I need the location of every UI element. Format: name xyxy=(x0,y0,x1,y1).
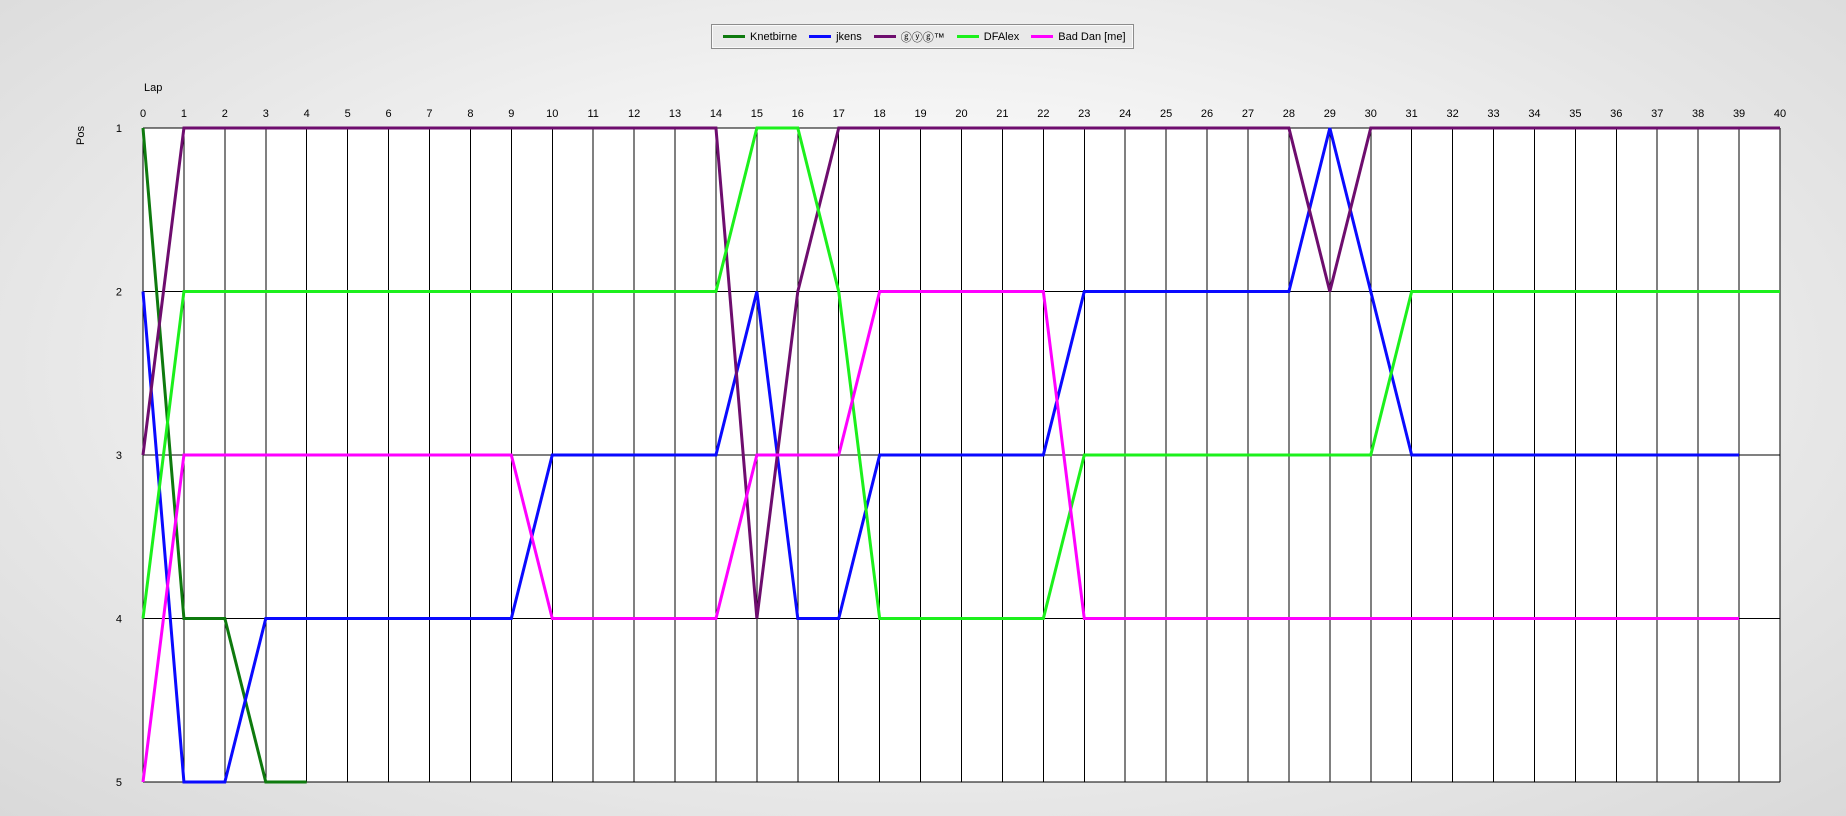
x-tick-label: 30 xyxy=(1365,108,1377,120)
x-tick-label: 40 xyxy=(1774,108,1786,120)
x-tick-label: 24 xyxy=(1119,108,1131,120)
x-tick-label: 11 xyxy=(587,108,598,120)
y-tick-labels: 1 2 3 4 5 xyxy=(116,123,122,789)
x-tick-label: 10 xyxy=(546,108,558,120)
x-tick-label: 2 xyxy=(222,108,228,120)
x-tick-label: 1 xyxy=(181,108,187,120)
x-tick-label: 35 xyxy=(1569,108,1581,120)
x-tick-label: 22 xyxy=(1037,108,1049,120)
x-tick-label: 29 xyxy=(1324,108,1336,120)
position-chart: 0 1 2 3 4 5 6 7 8 9 10 11 12 13 14 15 16 17 18 19 20 21 22 23 24… xyxy=(75,82,1786,789)
x-tick-label: 18 xyxy=(874,108,886,120)
x-tick-label: 6 xyxy=(385,108,391,120)
x-tick-label: 0 xyxy=(140,108,146,120)
x-tick-label: 16 xyxy=(792,108,804,120)
x-tick-label: 32 xyxy=(1446,108,1458,120)
x-tick-label: 5 xyxy=(345,108,351,120)
x-tick-label: 34 xyxy=(1528,108,1540,120)
x-tick-label: 20 xyxy=(955,108,967,120)
x-tick-label: 13 xyxy=(669,108,681,120)
y-tick-label: 5 xyxy=(116,777,122,789)
x-tick-label: 25 xyxy=(1160,108,1172,120)
x-tick-label: 8 xyxy=(467,108,473,120)
x-tick-label: 12 xyxy=(628,108,640,120)
x-tick-label: 37 xyxy=(1651,108,1663,120)
x-tick-label: 9 xyxy=(508,108,514,120)
x-tick-label: 28 xyxy=(1283,108,1295,120)
x-tick-label: 31 xyxy=(1406,108,1418,120)
x-tick-label: 36 xyxy=(1610,108,1622,120)
x-axis-label: Lap xyxy=(144,82,162,94)
y-tick-label: 4 xyxy=(116,614,122,626)
x-tick-label: 27 xyxy=(1242,108,1254,120)
x-tick-label: 17 xyxy=(833,108,845,120)
x-tick-labels: 0 1 2 3 4 5 6 7 8 9 10 11 12 13 14 15 16 17 18 19 20 21 22 23 24… xyxy=(140,108,1786,120)
x-tick-label: 14 xyxy=(710,108,722,120)
x-tick-label: 26 xyxy=(1201,108,1213,120)
y-tick-label: 2 xyxy=(116,287,122,299)
x-tick-label: 4 xyxy=(304,108,310,120)
x-tick-label: 38 xyxy=(1692,108,1704,120)
x-tick-label: 7 xyxy=(426,108,432,120)
x-tick-label: 33 xyxy=(1487,108,1499,120)
x-tick-label: 39 xyxy=(1733,108,1745,120)
x-tick-label: 3 xyxy=(263,108,269,120)
x-tick-label: 21 xyxy=(996,108,1008,120)
x-tick-label: 15 xyxy=(751,108,763,120)
y-tick-label: 3 xyxy=(116,450,122,462)
y-tick-label: 1 xyxy=(116,123,122,135)
y-axis-label: Pos xyxy=(75,126,87,145)
x-tick-label: 19 xyxy=(914,108,926,120)
x-tick-label: 23 xyxy=(1078,108,1090,120)
